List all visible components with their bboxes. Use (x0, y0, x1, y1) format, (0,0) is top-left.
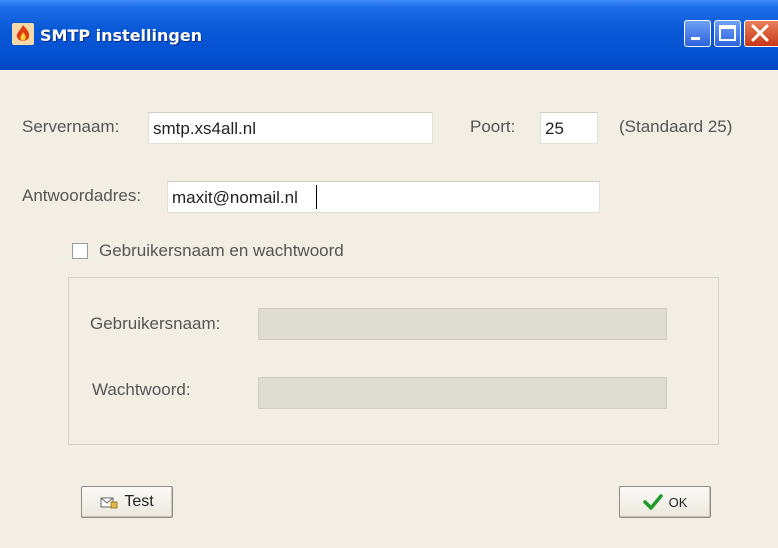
ok-button[interactable]: OK (619, 486, 711, 518)
test-button-label: Test (124, 493, 154, 510)
reply-address-value: maxit@nomail.nl (172, 188, 298, 207)
text-cursor (316, 185, 317, 209)
password-label: Wachtwoord: (92, 380, 191, 399)
password-input[interactable] (258, 377, 667, 409)
username-input[interactable] (258, 308, 667, 340)
port-label: Poort: (470, 117, 516, 136)
server-name-label: Servernaam: (22, 117, 120, 136)
title-bar[interactable]: SMTP instellingen (0, 0, 778, 70)
reply-address-input[interactable]: maxit@nomail.nl (167, 181, 600, 213)
minimize-icon (691, 37, 700, 40)
app-flame-icon (12, 23, 34, 45)
window-title: SMTP instellingen (40, 26, 203, 45)
checkmark-icon (642, 494, 663, 510)
close-button[interactable] (744, 20, 778, 47)
envelope-test-icon (100, 497, 118, 509)
smtp-settings-window: SMTP instellingen Servernaam: smtp.xs4al… (0, 0, 778, 548)
port-hint: (Standaard 25) (619, 117, 733, 136)
ok-button-label: OK (668, 494, 688, 510)
reply-address-label: Antwoordadres: (22, 186, 142, 205)
auth-checkbox-label[interactable]: Gebruikersnaam en wachtwoord (99, 241, 344, 261)
server-name-input[interactable]: smtp.xs4all.nl (148, 112, 433, 144)
minimize-button[interactable] (684, 20, 711, 47)
close-icon (751, 24, 769, 42)
credentials-group (68, 277, 719, 445)
maximize-button[interactable] (714, 20, 741, 47)
auth-checkbox[interactable] (72, 243, 88, 259)
maximize-icon (719, 25, 736, 41)
test-button[interactable]: Test (81, 486, 173, 518)
username-label: Gebruikersnaam: (90, 314, 221, 333)
port-input[interactable]: 25 (540, 112, 598, 144)
